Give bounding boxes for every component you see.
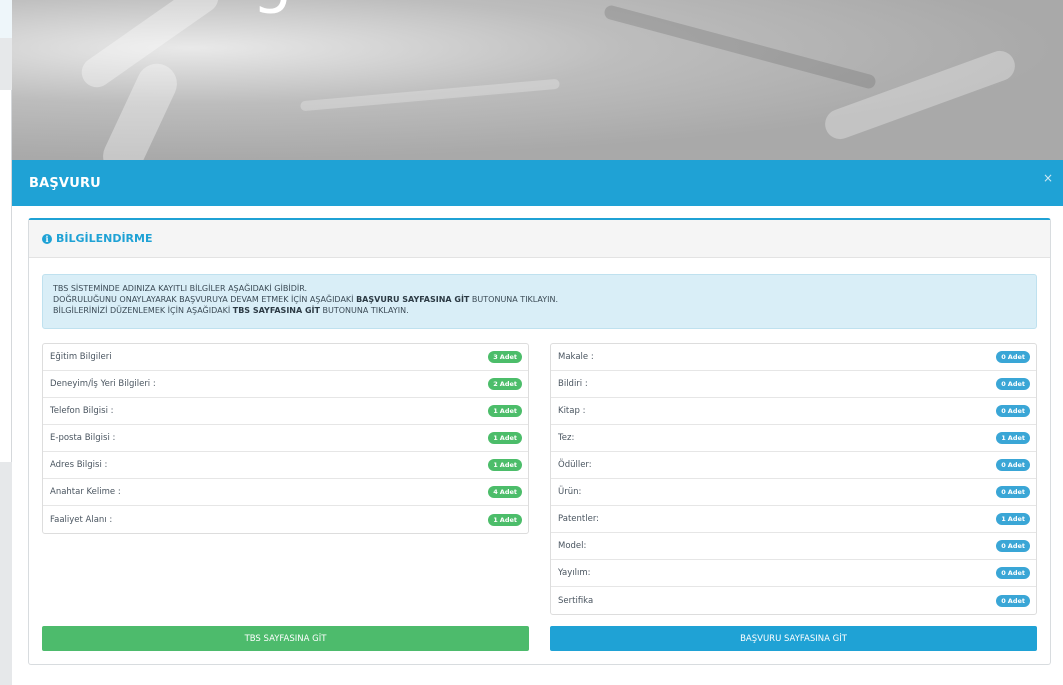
list-item: Tez: 1 Adet (551, 425, 1036, 452)
list-item: Kitap : 0 Adet (551, 398, 1036, 425)
background-side-panel (0, 0, 12, 685)
application-page-button[interactable]: BAŞVURU SAYFASINA GİT (550, 626, 1037, 651)
count-badge: 1 Adet (488, 405, 522, 417)
list-item-label: Telefon Bilgisi : (50, 406, 114, 416)
list-item: Ürün: 0 Adet (551, 479, 1036, 506)
application-modal: BAŞVURU × i BİLGİLENDİRME TBS SİSTEMİNDE… (12, 160, 1063, 685)
list-item: Sertifika 0 Adet (551, 587, 1036, 614)
list-item-label: Ürün: (558, 487, 582, 497)
list-item-label: Anahtar Kelime : (50, 487, 121, 497)
list-item: Ödüller: 0 Adet (551, 452, 1036, 479)
count-badge: 0 Adet (996, 594, 1030, 607)
count-badge: 1 Adet (488, 459, 522, 471)
close-icon[interactable]: × (1043, 171, 1053, 185)
info-alert: TBS SİSTEMİNDE ADINIZA KAYITLI BİLGİLER … (42, 274, 1037, 329)
list-item-label: Kitap : (558, 406, 586, 416)
count-badge: 0 Adet (996, 351, 1030, 363)
tbs-page-button[interactable]: TBS SAYFASINA GİT (42, 626, 529, 651)
info-icon: i (42, 233, 52, 244)
list-item-label: Sertifika (558, 595, 594, 606)
list-item: Telefon Bilgisi : 1 Adet (43, 398, 528, 425)
publication-list: Makale : 0 Adet Bildiri : 0 Adet Kitap : 0 Adet T… (550, 343, 1037, 615)
modal-header: BAŞVURU × (12, 160, 1063, 206)
list-item: Anahtar Kelime : 4 Adet (43, 479, 528, 506)
background-hero-image: g (0, 0, 1063, 160)
count-badge: 0 Adet (996, 405, 1030, 417)
list-item-label: Eğitim Bilgileri (50, 352, 112, 362)
list-item-label: Adres Bilgisi : (50, 460, 108, 470)
list-item: E-posta Bilgisi : 1 Adet (43, 425, 528, 452)
list-item: Adres Bilgisi : 1 Adet (43, 452, 528, 479)
count-badge: 1 Adet (996, 432, 1030, 444)
count-badge: 1 Adet (488, 513, 522, 526)
alert-line-2: DOĞRULUĞUNU ONAYLAYARAK BAŞVURUYA DEVAM … (53, 295, 559, 304)
count-badge: 0 Adet (996, 567, 1030, 579)
alert-line-3: BİLGİLERİNİZİ DÜZENLEMEK İÇİN AŞAĞIDAKİ … (53, 306, 409, 315)
list-item: Faaliyet Alanı : 1 Adet (43, 506, 528, 533)
list-item: Deneyim/İş Yeri Bilgileri : 2 Adet (43, 371, 528, 398)
count-badge: 3 Adet (488, 351, 522, 363)
count-badge: 0 Adet (996, 540, 1030, 552)
list-item: Patentler: 1 Adet (551, 506, 1036, 533)
list-item-label: Deneyim/İş Yeri Bilgileri : (50, 379, 156, 389)
count-badge: 1 Adet (996, 513, 1030, 525)
panel-heading: i BİLGİLENDİRME (29, 220, 1050, 258)
list-item-label: Makale : (558, 352, 594, 362)
list-item-label: Patentler: (558, 514, 600, 524)
list-item: Makale : 0 Adet (551, 344, 1036, 371)
count-badge: 1 Adet (488, 432, 522, 444)
list-item-label: Yayılım: (558, 568, 591, 578)
background-title-glyph: g (252, 0, 293, 16)
count-badge: 4 Adet (488, 486, 522, 498)
list-item-label: Bildiri : (558, 379, 588, 389)
count-badge: 0 Adet (996, 378, 1030, 390)
list-item: Yayılım: 0 Adet (551, 560, 1036, 587)
modal-title: BAŞVURU (29, 175, 101, 191)
list-item: Bildiri : 0 Adet (551, 371, 1036, 398)
count-badge: 0 Adet (996, 459, 1030, 471)
count-badge: 0 Adet (996, 486, 1030, 498)
list-item-label: Ödüller: (558, 460, 592, 470)
list-item: Eğitim Bilgileri 3 Adet (43, 344, 528, 371)
list-item-label: Model: (558, 541, 587, 551)
list-item-label: Faaliyet Alanı : (50, 514, 113, 525)
list-item-label: Tez: (558, 433, 575, 443)
info-panel: i BİLGİLENDİRME TBS SİSTEMİNDE ADINIZA K… (28, 218, 1051, 665)
count-badge: 2 Adet (488, 378, 522, 390)
list-item-label: E-posta Bilgisi : (50, 433, 116, 443)
panel-title: BİLGİLENDİRME (56, 232, 153, 245)
alert-line-1: TBS SİSTEMİNDE ADINIZA KAYITLI BİLGİLER … (53, 284, 308, 293)
list-item: Model: 0 Adet (551, 533, 1036, 560)
personal-info-list: Eğitim Bilgileri 3 Adet Deneyim/İş Yeri Bil… (42, 343, 529, 534)
